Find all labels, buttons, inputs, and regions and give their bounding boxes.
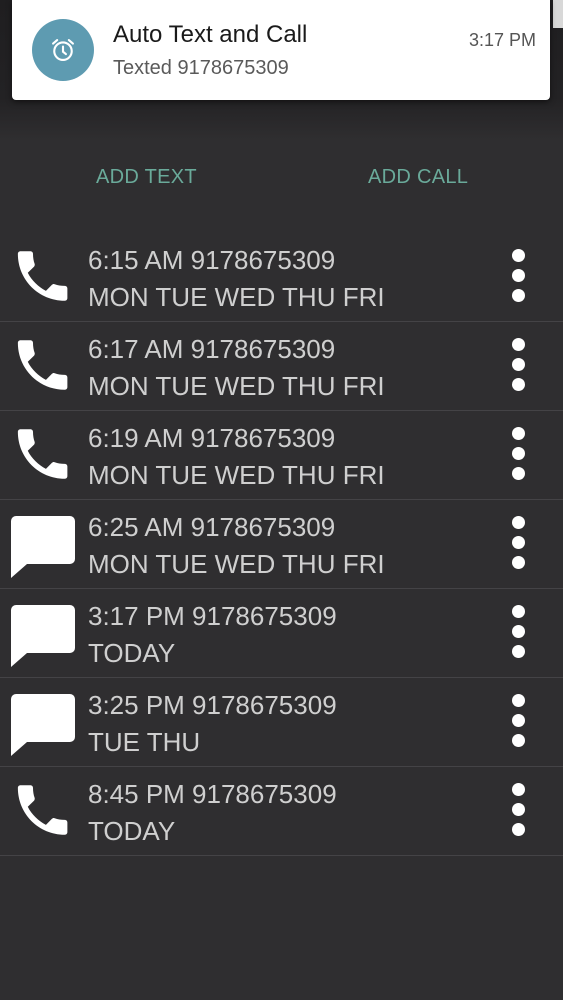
schedule-time-number: 3:17 PM 9178675309 [88,601,337,631]
schedule-time-number: 6:17 AM 9178675309 [88,334,336,364]
more-options-icon[interactable] [505,783,533,839]
schedule-days: TODAY [88,638,176,668]
schedule-row[interactable]: 6:25 AM 9178675309 MON TUE WED THU FRI [0,500,563,589]
schedule-row[interactable]: 6:15 AM 9178675309 MON TUE WED THU FRI [0,233,563,322]
schedule-time-number: 6:15 AM 9178675309 [88,245,336,275]
schedule-days: TODAY [88,816,176,846]
action-bar: ADD TEXT ADD CALL [0,166,563,196]
schedule-days: MON TUE WED THU FRI [88,282,385,312]
more-options-icon[interactable] [505,427,533,483]
notification-message: Texted 9178675309 [113,57,289,79]
schedule-time-number: 3:25 PM 9178675309 [88,690,337,720]
schedule-time-number: 8:45 PM 9178675309 [88,779,337,809]
more-options-icon[interactable] [505,249,533,305]
schedule-time-number: 6:19 AM 9178675309 [88,423,336,453]
more-options-icon[interactable] [505,338,533,394]
add-text-button[interactable]: ADD TEXT [96,166,197,189]
schedule-days: MON TUE WED THU FRI [88,549,385,579]
notification-card[interactable]: Auto Text and Call Texted 9178675309 3:1… [12,0,550,100]
schedule-list: 6:15 AM 9178675309 MON TUE WED THU FRI 6:1… [0,233,563,856]
schedule-days: TUE THU [88,727,201,757]
schedule-days: MON TUE WED THU FRI [88,371,385,401]
schedule-time-number: 6:25 AM 9178675309 [88,512,336,542]
notification-title: Auto Text and Call [113,21,308,48]
message-icon [10,514,76,580]
schedule-row[interactable]: 6:17 AM 9178675309 MON TUE WED THU FRI [0,322,563,411]
more-options-icon[interactable] [505,516,533,572]
schedule-row[interactable]: 3:25 PM 9178675309 TUE THU [0,678,563,767]
schedule-row[interactable]: 8:45 PM 9178675309 TODAY [0,767,563,856]
more-options-icon[interactable] [505,605,533,661]
message-icon [10,692,76,758]
notification-time: 3:17 PM [468,30,536,50]
phone-icon [11,243,77,309]
schedule-days: MON TUE WED THU FRI [88,460,385,490]
phone-icon [11,777,77,843]
more-options-icon[interactable] [505,694,533,750]
add-call-button[interactable]: ADD CALL [368,166,468,189]
alarm-clock-icon [52,39,74,61]
phone-icon [11,332,77,398]
schedule-row[interactable]: 3:17 PM 9178675309 TODAY [0,589,563,678]
schedule-row[interactable]: 6:19 AM 9178675309 MON TUE WED THU FRI [0,411,563,500]
notification-app-icon [32,19,94,81]
phone-icon [11,421,77,487]
message-icon [10,603,76,669]
status-bar-edge [553,0,563,28]
